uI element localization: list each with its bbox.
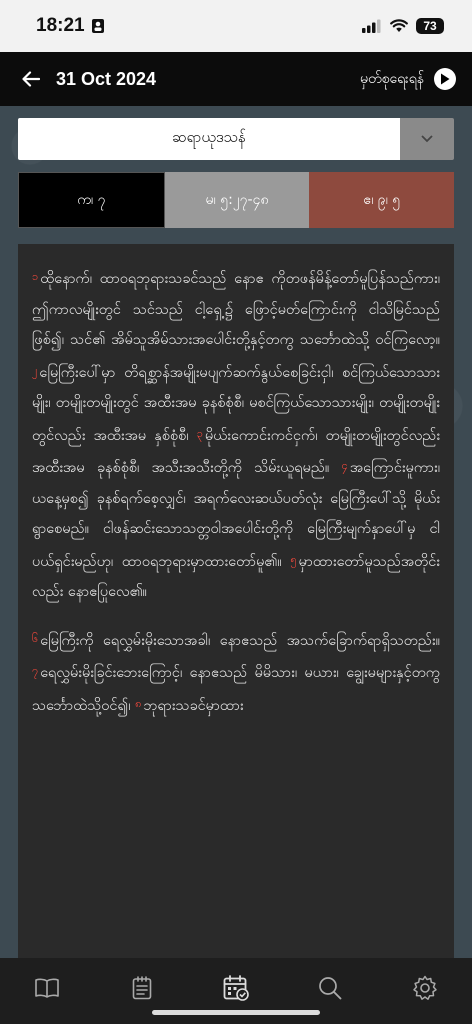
verse-text: ထိုနောက်၊ ထာဝရဘုရားသခင်သည် နောဧ ကိုတဖန်မ… <box>32 271 440 348</box>
status-time: 18:21 <box>36 15 85 36</box>
take-notes-label: မှတ်စုရေးရန် <box>360 70 424 87</box>
verse: ၁ထိုနောက်၊ ထာဝရဘုရားသခင်သည် နောဧ ကိုတဖန်… <box>32 270 440 348</box>
wifi-icon <box>390 19 408 32</box>
verse-number: ၆ <box>32 631 39 645</box>
translation-select[interactable]: ဆရာယုဒသန် <box>18 118 454 160</box>
nav-notes-icon[interactable] <box>118 972 166 1004</box>
nav-search-icon[interactable] <box>306 972 354 1004</box>
header-date: 31 Oct 2024 <box>56 68 157 89</box>
reference-tab-range[interactable]: မ၊ ၅:၂၇-၄၈ <box>164 172 310 228</box>
verse-number: ၅ <box>290 552 297 566</box>
back-arrow-icon[interactable] <box>22 69 42 89</box>
verse: ၈ဘုရားသခင်မှာထား <box>135 696 244 714</box>
verse-number: ၃ <box>196 426 203 440</box>
verse-text: ဘုရားသခင်မှာထား <box>143 697 244 714</box>
verse-number: ၇ <box>32 664 39 677</box>
signal-icon <box>362 19 381 33</box>
nav-book-icon[interactable] <box>23 972 71 1004</box>
verse-number: ၈ <box>135 696 142 710</box>
chevron-down-icon[interactable] <box>400 118 454 160</box>
app-header: 31 Oct 2024 မှတ်စုရေးရန် <box>0 52 472 106</box>
verse-number: ၄ <box>341 459 348 472</box>
paragraph: ၆မြေကြီးကို ရေလွှမ်းမိုးသောအခါ၊ နောဧသည် … <box>32 624 440 722</box>
translation-select-value: ဆရာယုဒသန် <box>18 118 400 160</box>
take-notes-button[interactable]: မှတ်စုရေးရန် <box>360 68 456 90</box>
nav-settings-icon[interactable] <box>401 972 449 1004</box>
verse-number: ၁ <box>32 270 39 283</box>
paragraph: ၁ထိုနောက်၊ ထာဝရဘုရားသခင်သည် နောဧ ကိုတဖန်… <box>32 262 440 608</box>
verse-number: ၂ <box>32 363 38 377</box>
content-area: ဆရာယုဒသန် က၊ ၇ မ၊ ၅:၂၇-၄၈ ဧ၊ ၉၊ ၅ ၁ထိုနေ… <box>0 106 472 964</box>
battery-icon: 73 <box>416 18 444 34</box>
reading-references: က၊ ၇ မ၊ ၅:၂၇-၄၈ ဧ၊ ၉၊ ၅ <box>18 172 455 228</box>
status-bar: 18:21 73 <box>0 0 472 52</box>
verse-text: မြေကြီးကို ရေလွှမ်းမိုးသောအခါ၊ နောဧသည် အ… <box>40 632 440 649</box>
play-circle-icon <box>434 68 456 90</box>
verse: ၆မြေကြီးကို ရေလွှမ်းမိုးသောအခါ၊ နောဧသည် … <box>32 631 440 649</box>
person-card-icon <box>91 19 104 33</box>
scripture-text: ၁ထိုနောက်၊ ထာဝရဘုရားသခင်သည် နောဧ ကိုတဖန်… <box>18 244 454 964</box>
reference-tab-chapter[interactable]: က၊ ၇ <box>18 172 165 228</box>
reference-tab-total[interactable]: ဧ၊ ၉၊ ၅ <box>309 172 455 228</box>
home-indicator <box>152 1010 320 1015</box>
nav-calendar-icon[interactable] <box>212 972 260 1004</box>
